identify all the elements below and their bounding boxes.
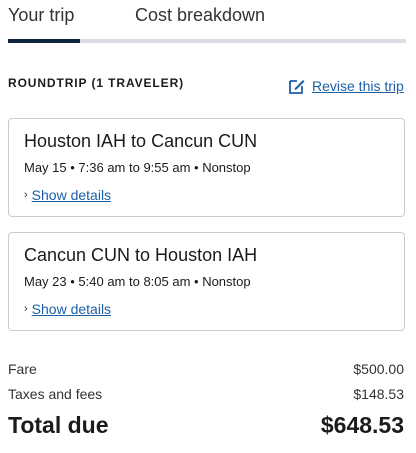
taxes-label: Taxes and fees bbox=[8, 386, 103, 402]
revise-trip-label[interactable]: Revise this trip bbox=[312, 78, 404, 94]
taxes-value: $148.53 bbox=[353, 386, 404, 402]
chevron-right-icon: › bbox=[24, 188, 28, 201]
total-value: $648.53 bbox=[320, 412, 404, 438]
trip-type-label: ROUNDTRIP (1 TRAVELER) bbox=[8, 76, 185, 90]
show-details-toggle[interactable]: › Show details bbox=[24, 187, 111, 203]
flight-card-return: Cancun CUN to Houston IAH May 23 • 5:40 … bbox=[8, 232, 405, 331]
show-details-link[interactable]: Show details bbox=[32, 301, 111, 317]
tab-your-trip[interactable]: Your trip bbox=[8, 5, 74, 26]
fare-value: $500.00 bbox=[353, 361, 404, 377]
taxes-row: Taxes and fees $148.53 bbox=[8, 386, 404, 402]
tab-bar: Your trip Cost breakdown bbox=[0, 0, 406, 44]
trip-summary-panel: Your trip Cost breakdown ROUNDTRIP (1 TR… bbox=[0, 0, 416, 453]
flight-info: May 23 • 5:40 am to 8:05 am • Nonstop bbox=[24, 274, 251, 289]
tab-cost-breakdown[interactable]: Cost breakdown bbox=[135, 5, 265, 26]
chevron-right-icon: › bbox=[24, 302, 28, 315]
total-label: Total due bbox=[8, 412, 109, 438]
flight-info: May 15 • 7:36 am to 9:55 am • Nonstop bbox=[24, 160, 251, 175]
fare-label: Fare bbox=[8, 361, 37, 377]
edit-icon bbox=[289, 80, 305, 94]
show-details-link[interactable]: Show details bbox=[32, 187, 111, 203]
revise-trip-link[interactable]: Revise this trip bbox=[288, 76, 404, 96]
flight-card-outbound: Houston IAH to Cancun CUN May 15 • 7:36 … bbox=[8, 118, 405, 217]
show-details-toggle[interactable]: › Show details bbox=[24, 301, 111, 317]
flight-route: Cancun CUN to Houston IAH bbox=[24, 245, 258, 265]
fare-row: Fare $500.00 bbox=[8, 361, 404, 377]
active-tab-indicator bbox=[8, 39, 80, 43]
flight-route: Houston IAH to Cancun CUN bbox=[24, 131, 258, 151]
total-row: Total due $648.53 bbox=[8, 412, 404, 439]
